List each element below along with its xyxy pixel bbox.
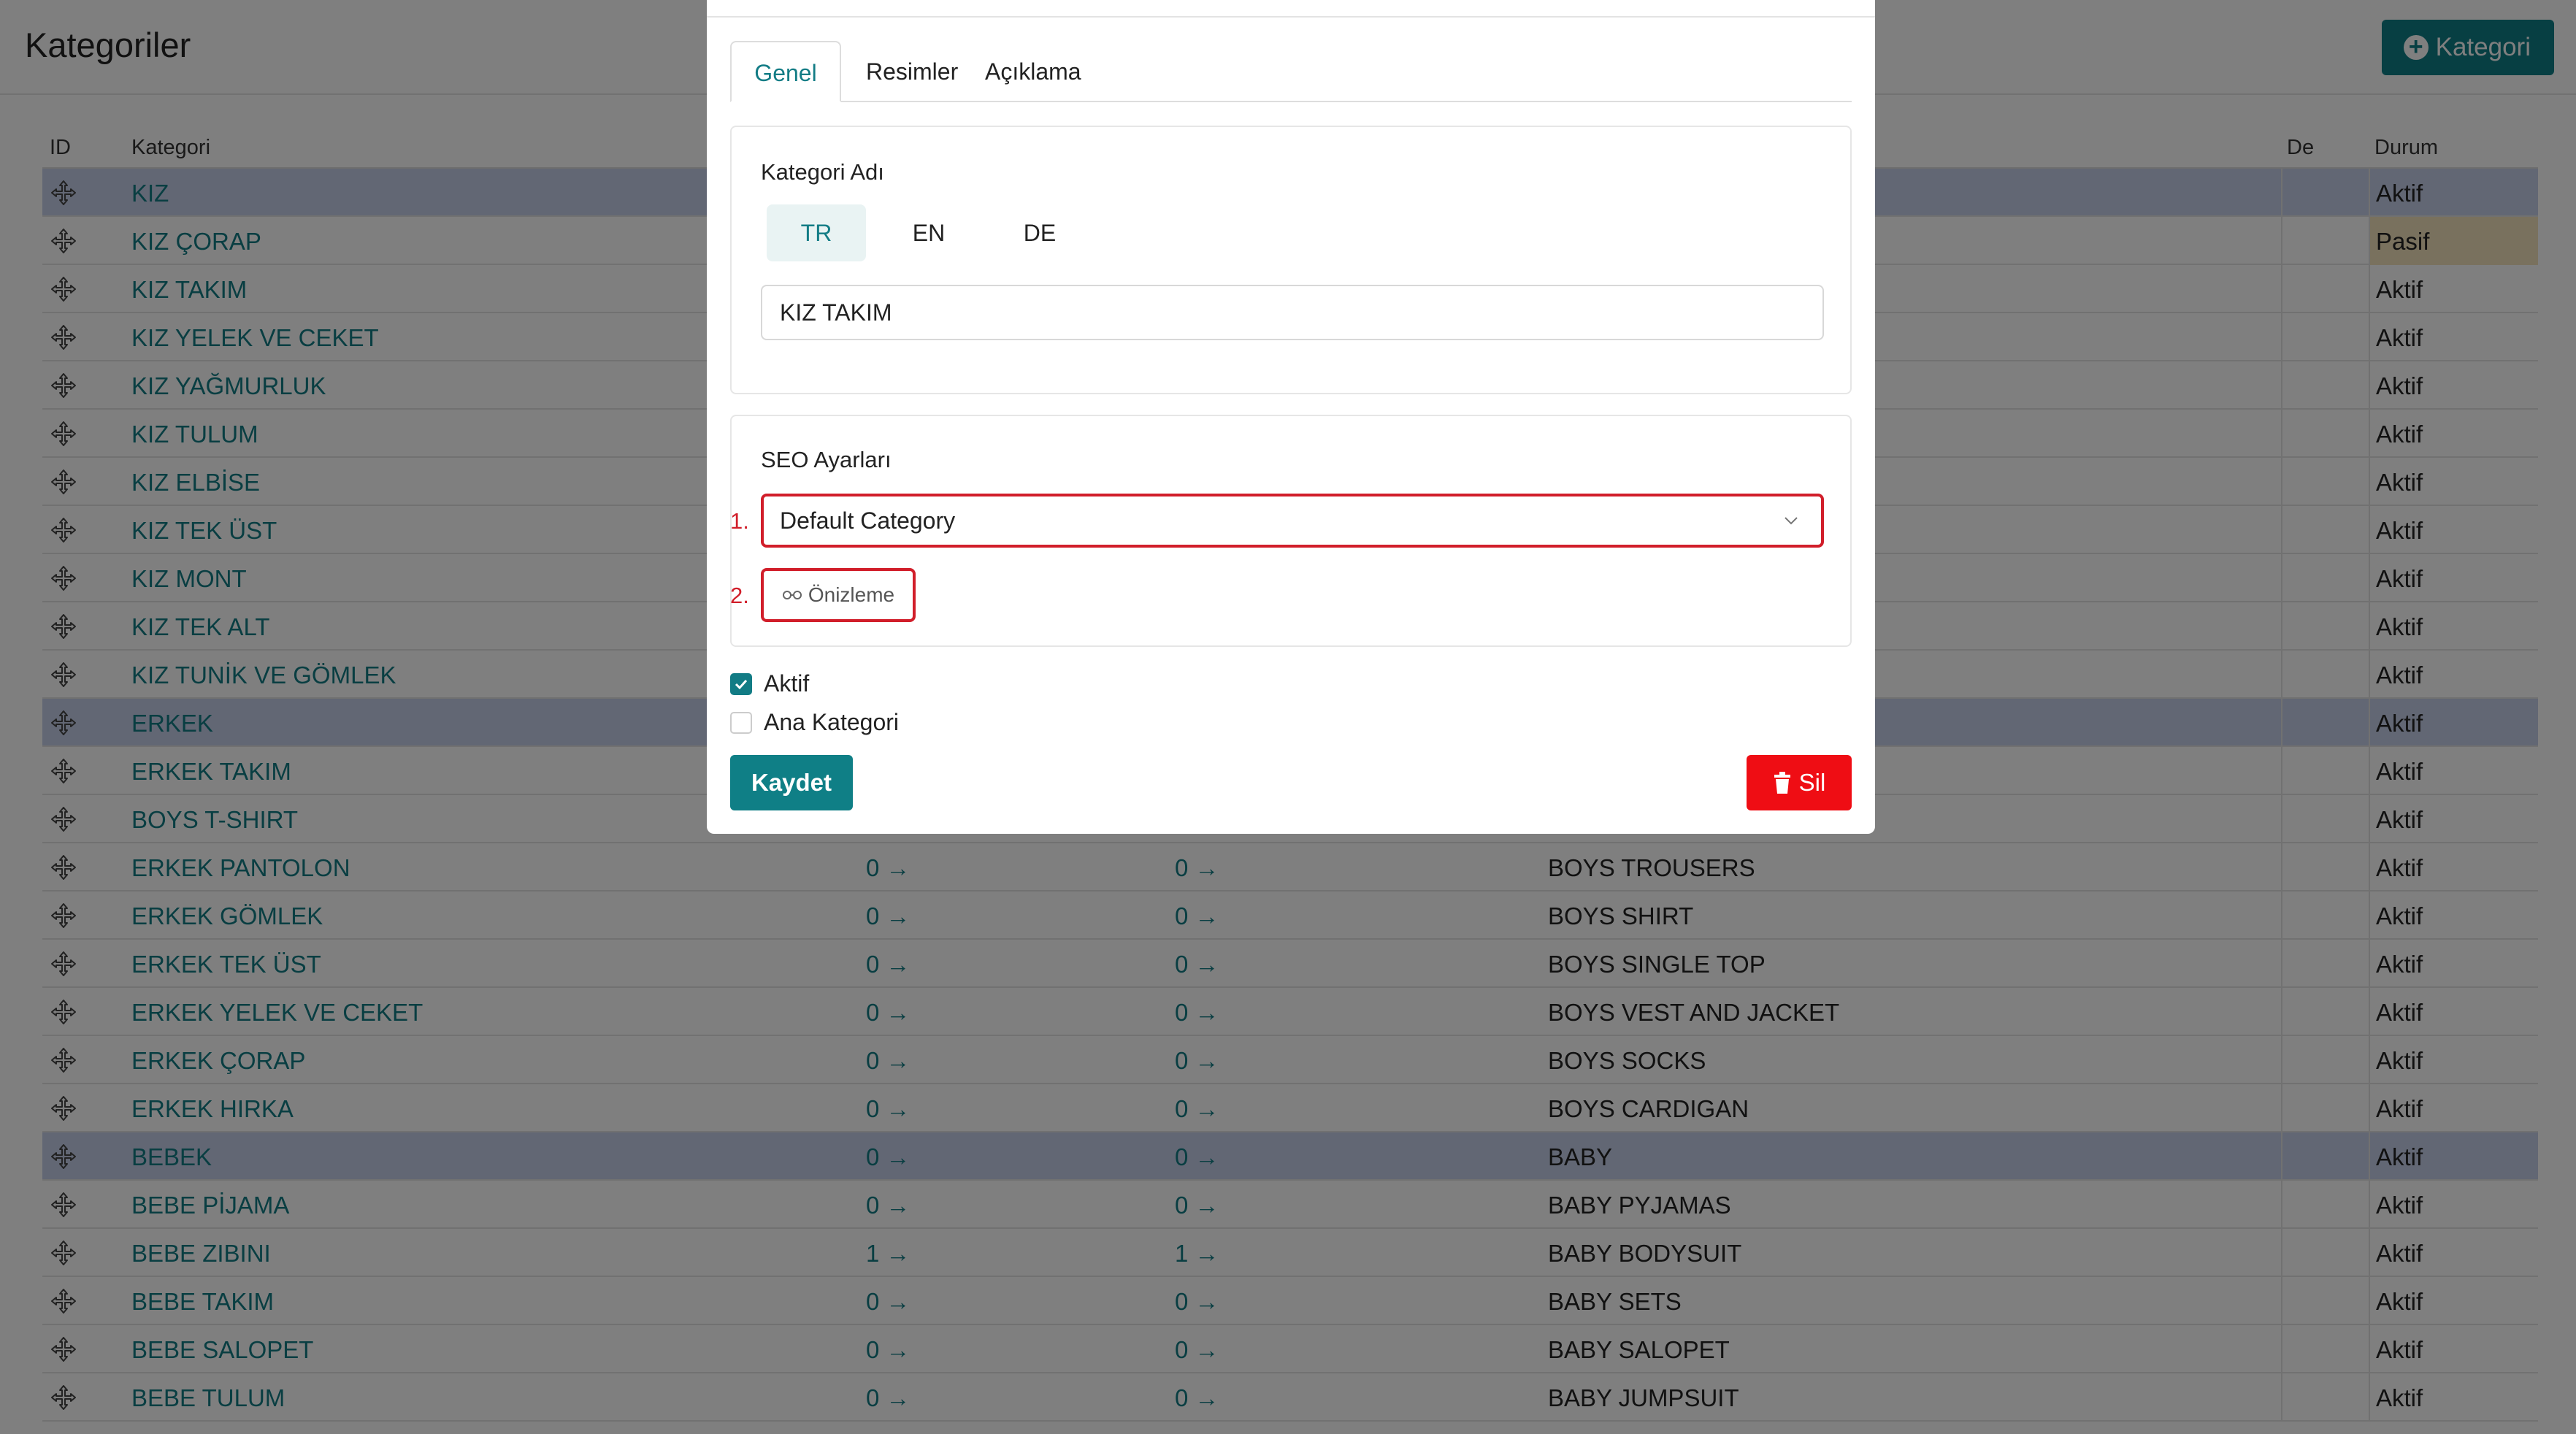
save-button[interactable]: Kaydet [730, 755, 853, 810]
seo-card: SEO Ayarları Default Category Önizleme [730, 415, 1852, 647]
aktif-checkbox[interactable] [730, 673, 752, 695]
annotation-marker-2: 2. [730, 583, 749, 608]
ana-kategori-checkbox[interactable] [730, 712, 752, 734]
category-name-card: Kategori Adı TR EN DE KIZ TAKIM [730, 126, 1852, 394]
ana-kategori-label: Ana Kategori [764, 709, 900, 735]
annotation-marker-1: 1. [730, 508, 749, 534]
glasses-icon [782, 591, 802, 599]
tab-genel[interactable]: Genel [730, 41, 841, 102]
category-name-title: Kategori Adı [761, 159, 884, 185]
modal-tabs: Genel Resimler Açıklama [730, 41, 1852, 102]
category-name-input[interactable]: KIZ TAKIM [761, 285, 1824, 340]
category-edit-modal: Genel Resimler Açıklama Kategori Adı TR … [707, 0, 1875, 834]
modal-header-divider [707, 16, 1875, 18]
tab-resimler[interactable]: Resimler [866, 41, 958, 102]
delete-label: Sil [1798, 769, 1826, 796]
preview-label: Önizleme [808, 583, 895, 606]
preview-button[interactable]: Önizleme [761, 568, 916, 622]
seo-category-select[interactable]: Default Category [761, 494, 1824, 548]
lang-tab-de[interactable]: DE [1002, 204, 1078, 261]
aktif-label: Aktif [764, 670, 810, 697]
seo-selected-value: Default Category [780, 507, 956, 534]
chevron-down-icon [1785, 517, 1798, 525]
trash-icon [1774, 772, 1790, 794]
delete-button[interactable]: Sil [1747, 755, 1852, 810]
seo-title: SEO Ayarları [761, 447, 892, 472]
lang-tab-en[interactable]: EN [892, 204, 965, 261]
tab-aciklama[interactable]: Açıklama [985, 41, 1081, 102]
checkmark-icon [735, 679, 748, 690]
lang-tab-tr[interactable]: TR [767, 204, 866, 261]
